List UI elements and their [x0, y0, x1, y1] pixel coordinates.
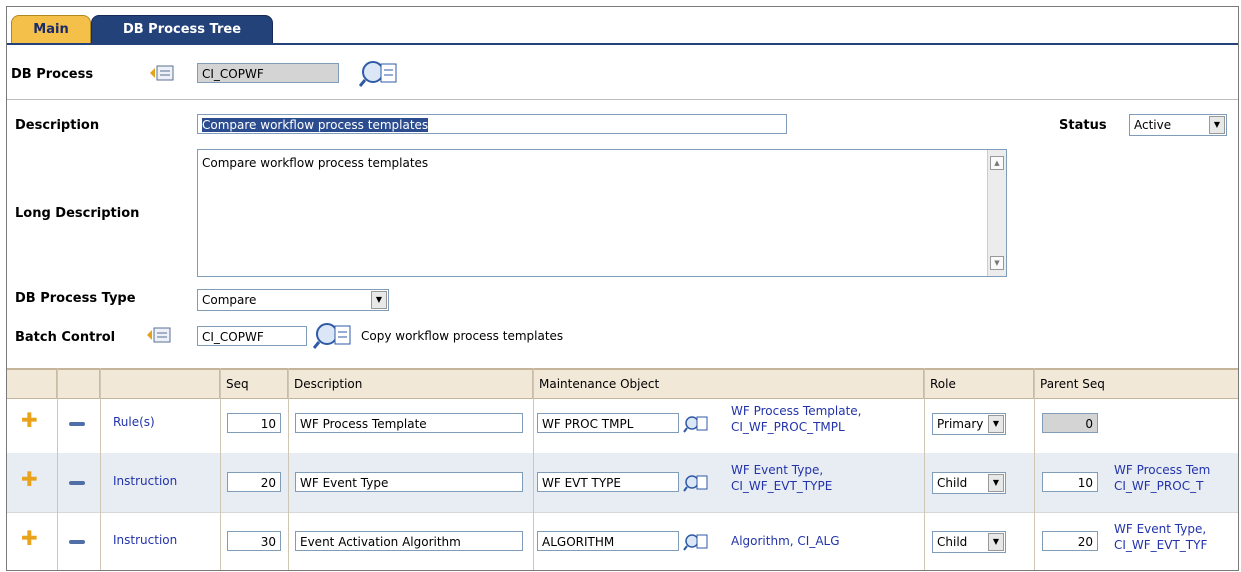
add-row-icon[interactable]: ✚ — [21, 408, 38, 432]
scroll-up-icon[interactable]: ▲ — [990, 156, 1004, 170]
status-value: Active — [1134, 118, 1172, 132]
batch-control-label: Batch Control — [15, 330, 116, 345]
long-description-textarea[interactable]: Compare workflow process templates ▲ ▼ — [197, 149, 1007, 277]
table-row: ✚ Instruction 20 WF Event Type WF EVT TY… — [7, 453, 1238, 513]
role-value: Primary — [937, 417, 984, 431]
maintenance-object-link[interactable]: Algorithm, CI_ALG — [731, 533, 840, 549]
parent-seq-link[interactable]: WF Process Tem CI_WF_PROC_T — [1114, 462, 1210, 494]
db-process-label: DB Process — [11, 67, 94, 82]
seq-field[interactable]: 20 — [227, 472, 281, 492]
description-label: Description — [15, 118, 100, 133]
parent-seq-field[interactable]: 10 — [1042, 472, 1098, 492]
context-menu-icon[interactable] — [150, 63, 176, 83]
chevron-down-icon[interactable]: ▼ — [988, 415, 1004, 433]
grid-column-divider — [220, 368, 221, 570]
maintenance-object-field[interactable]: WF PROC TMPL — [537, 413, 679, 433]
chevron-down-icon[interactable]: ▼ — [988, 533, 1004, 551]
tab-underline — [7, 43, 1238, 45]
maintenance-object-link-line2: CI_WF_EVT_TYPE — [731, 479, 833, 493]
maintenance-object-field[interactable]: ALGORITHM — [537, 531, 679, 551]
maintenance-object-link-line2: CI_WF_PROC_TMPL — [731, 420, 845, 434]
scroll-down-icon[interactable]: ▼ — [990, 256, 1004, 270]
maintenance-object-link-line1: Algorithm, CI_ALG — [731, 534, 840, 548]
maintenance-object-link-line1: WF Process Template, — [731, 404, 862, 418]
role-select[interactable]: Child ▼ — [932, 472, 1006, 494]
table-row: ✚ Rule(s) 10 WF Process Template WF PROC… — [7, 394, 1238, 454]
search-icon[interactable] — [683, 532, 709, 552]
status-select[interactable]: Active ▼ — [1129, 114, 1227, 136]
db-process-field[interactable]: CI_COPWF — [197, 63, 339, 83]
search-icon[interactable] — [313, 321, 353, 349]
status-label: Status — [1059, 118, 1107, 133]
parent-seq-link-line1: WF Event Type, — [1114, 522, 1207, 536]
add-row-icon[interactable]: ✚ — [21, 526, 38, 550]
tab-main[interactable]: Main — [11, 15, 91, 44]
context-menu-icon[interactable] — [147, 325, 173, 345]
remove-row-icon[interactable] — [69, 540, 85, 544]
grid-column-divider — [533, 368, 534, 570]
seq-field[interactable]: 30 — [227, 531, 281, 551]
search-icon[interactable] — [683, 414, 709, 434]
seq-field[interactable]: 10 — [227, 413, 281, 433]
remove-row-icon[interactable] — [69, 481, 85, 485]
grid-column-divider — [57, 368, 58, 570]
grid-column-divider — [1034, 368, 1035, 570]
textarea-scrollbar[interactable]: ▲ ▼ — [987, 150, 1006, 276]
search-icon[interactable] — [359, 59, 399, 87]
row-description-field[interactable]: Event Activation Algorithm — [295, 531, 523, 551]
db-process-window: Main DB Process Tree DB Process CI_COPWF… — [6, 6, 1239, 571]
batch-control-field[interactable]: CI_COPWF — [197, 326, 307, 346]
row-description-field[interactable]: WF Process Template — [295, 413, 523, 433]
db-process-type-value: Compare — [202, 293, 257, 307]
chevron-down-icon[interactable]: ▼ — [1209, 116, 1225, 134]
grid-column-divider — [924, 368, 925, 570]
long-description-text: Compare workflow process templates — [202, 156, 429, 170]
parent-seq-field[interactable]: 20 — [1042, 531, 1098, 551]
grid-column-divider — [288, 368, 289, 570]
long-description-label: Long Description — [15, 206, 140, 221]
section-divider — [7, 99, 1238, 100]
chevron-down-icon[interactable]: ▼ — [988, 474, 1004, 492]
row-type-link[interactable]: Instruction — [113, 474, 177, 488]
search-icon[interactable] — [683, 473, 709, 493]
description-text: Compare workflow process templates — [202, 118, 429, 132]
add-row-icon[interactable]: ✚ — [21, 467, 38, 491]
role-select[interactable]: Child ▼ — [932, 531, 1006, 553]
tab-bar: Main DB Process Tree — [7, 7, 1238, 44]
db-process-type-label: DB Process Type — [15, 291, 136, 306]
role-select[interactable]: Primary ▼ — [932, 413, 1006, 435]
parent-seq-link[interactable]: WF Event Type, CI_WF_EVT_TYF — [1114, 521, 1207, 553]
row-type-link[interactable]: Rule(s) — [113, 415, 155, 429]
db-process-type-select[interactable]: Compare ▼ — [197, 289, 389, 311]
parent-seq-link-line2: CI_WF_PROC_T — [1114, 479, 1204, 493]
remove-row-icon[interactable] — [69, 422, 85, 426]
role-value: Child — [937, 476, 968, 490]
row-type-link[interactable]: Instruction — [113, 533, 177, 547]
parent-seq-link-line1: WF Process Tem — [1114, 463, 1211, 477]
description-field[interactable]: Compare workflow process templates — [197, 114, 787, 134]
maintenance-object-link[interactable]: WF Process Template, CI_WF_PROC_TMPL — [731, 403, 862, 435]
grid-column-divider — [100, 368, 101, 570]
parent-seq-link-line2: CI_WF_EVT_TYF — [1114, 538, 1208, 552]
maintenance-object-link[interactable]: WF Event Type, CI_WF_EVT_TYPE — [731, 462, 832, 494]
chevron-down-icon[interactable]: ▼ — [371, 291, 387, 309]
row-description-field[interactable]: WF Event Type — [295, 472, 523, 492]
role-value: Child — [937, 535, 968, 549]
table-row: ✚ Instruction 30 Event Activation Algori… — [7, 512, 1238, 570]
batch-control-description: Copy workflow process templates — [361, 329, 564, 343]
maintenance-object-field[interactable]: WF EVT TYPE — [537, 472, 679, 492]
maintenance-object-link-line1: WF Event Type, — [731, 463, 824, 477]
parent-seq-field[interactable]: 0 — [1042, 413, 1098, 433]
tab-db-process-tree[interactable]: DB Process Tree — [91, 15, 273, 44]
